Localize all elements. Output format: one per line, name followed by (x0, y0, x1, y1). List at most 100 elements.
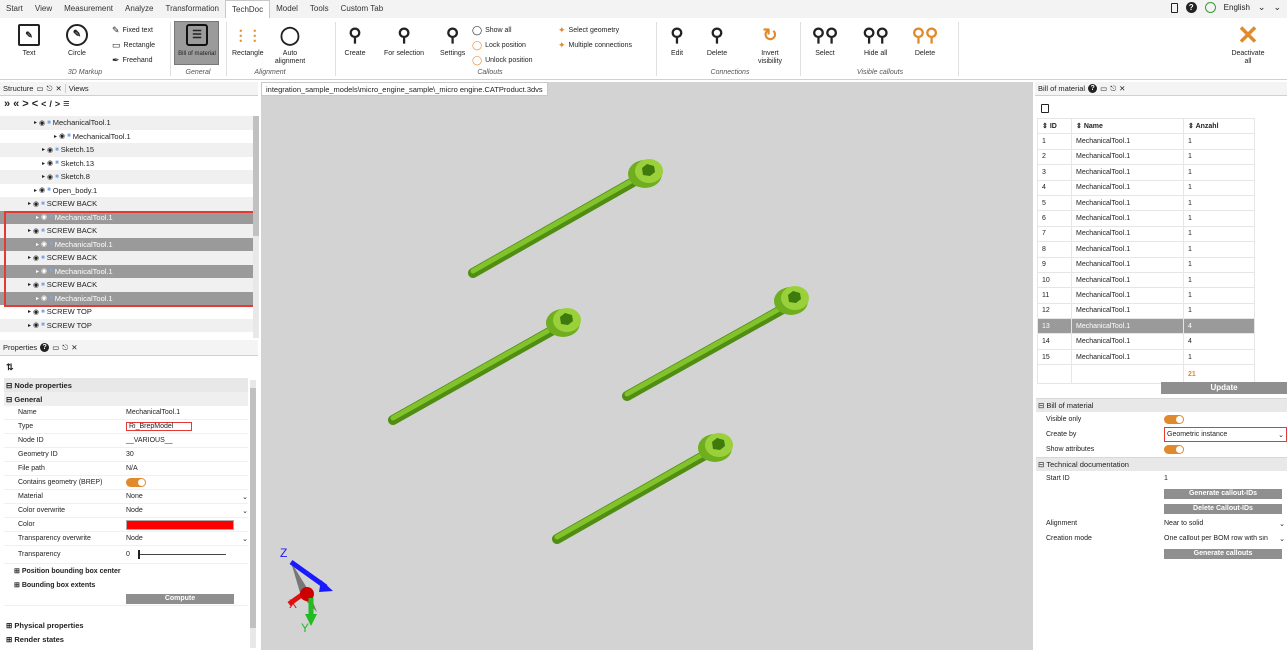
generate-callout-ids-button[interactable]: Generate callout-IDs (1164, 488, 1282, 499)
prop-node-id-value[interactable]: __VARIOUS__ (126, 437, 248, 444)
color-overwrite-select[interactable]: Node ⌄ (126, 507, 248, 515)
visibility-eye-icon[interactable]: ◉ (47, 173, 53, 181)
menu-custom-tab[interactable]: Custom Tab (335, 0, 390, 18)
node-properties-section[interactable]: ⊟ Node properties (4, 378, 248, 392)
pin-icon[interactable]: ⎋ (1110, 84, 1116, 94)
tree-row[interactable]: ▸ ◉ ■ SCREW BACK (0, 197, 256, 211)
menu-view[interactable]: View (29, 0, 58, 18)
alignment-select[interactable]: Near to solid ⌄ (1164, 520, 1287, 528)
techdoc-section[interactable]: ⊟ Technical documentation (1036, 457, 1287, 471)
delete-callouts-button[interactable]: ⚲⚲ Delete (912, 24, 938, 58)
bom-col-id[interactable]: ⇕ ID (1037, 117, 1072, 135)
axis-triad[interactable]: Z X Y (280, 546, 333, 635)
tree-connector-icon[interactable]: ▸ (28, 322, 31, 329)
properties-scrollbar[interactable] (250, 380, 256, 648)
tab-views[interactable]: Views (64, 84, 92, 93)
callout-settings-button[interactable]: ⚲ Settings (440, 24, 465, 58)
globe-icon[interactable] (1204, 2, 1216, 13)
show-attributes-toggle[interactable] (1164, 445, 1184, 454)
start-id-value[interactable]: 1 (1164, 475, 1287, 482)
fixed-text-button[interactable]: ✎ Fixed text (112, 25, 153, 36)
tree-connector-icon[interactable]: ▸ (34, 187, 37, 194)
tree-row[interactable]: ▸ ◉ ■ Sketch.13 (0, 157, 256, 171)
bom-row[interactable]: 10 MechanicalTool.1 1 (1037, 271, 1255, 289)
bom-row[interactable]: 1 MechanicalTool.1 1 (1037, 133, 1255, 150)
bom-row[interactable]: 7 MechanicalTool.1 1 (1037, 225, 1255, 243)
tree-connector-icon[interactable]: ▸ (28, 308, 31, 315)
material-select[interactable]: None ⌄ (126, 493, 248, 501)
window-icon[interactable]: ▭ (52, 343, 59, 352)
tree-row[interactable]: ▸ ◉ ■ MechanicalTool.1 (0, 116, 256, 130)
select-callouts-button[interactable]: ⚲⚲ Select (812, 24, 838, 58)
menu-analyze[interactable]: Analyze (119, 0, 159, 18)
delete-connection-button[interactable]: ⚲ Delete (706, 24, 728, 58)
create-callout-button[interactable]: ⚲ Create (344, 24, 366, 58)
language-selector[interactable]: English (1224, 3, 1250, 12)
screw-model[interactable] (388, 308, 581, 425)
expand-all-icon[interactable]: » (4, 98, 13, 110)
visibility-eye-icon[interactable]: ◉ (33, 321, 39, 329)
rectangle-alignment-button[interactable]: ⋮⋮ Rectangle (232, 24, 264, 58)
circle-button[interactable]: ✎ Circle (66, 24, 88, 58)
bom-row[interactable]: 3 MechanicalTool.1 1 (1037, 164, 1255, 181)
3d-viewport[interactable]: integration_sample_models\micro_engine_s… (261, 82, 1033, 650)
position-bbox-section[interactable]: ⊞ Position bounding box center (4, 564, 248, 578)
menu-tools[interactable]: Tools (304, 0, 335, 18)
menu-techdoc[interactable]: TechDoc (225, 0, 271, 18)
tab-structure[interactable]: Structure ▭ ⎋ ✕ (0, 84, 65, 94)
bom-col-name[interactable]: ⇕ Name (1071, 117, 1184, 135)
rectangle-markup-button[interactable]: ▭ Rectangle (112, 40, 155, 51)
bom-row[interactable]: 14 MechanicalTool.1 4 (1037, 333, 1255, 350)
visibility-eye-icon[interactable]: ◉ (47, 146, 53, 154)
lock-position-button[interactable]: ◯ Lock position (472, 40, 526, 51)
bbox-extents-section[interactable]: ⊞ Bounding box extents (4, 578, 248, 592)
tree-connector-icon[interactable]: ▸ (42, 146, 45, 153)
for-selection-button[interactable]: ⚲ For selection (384, 24, 424, 58)
close-icon[interactable]: ✕ (55, 84, 61, 93)
menu-start[interactable]: Start (0, 0, 29, 18)
auto-alignment-button[interactable]: ◯ Auto alignment (270, 24, 310, 66)
menu-icon[interactable]: ≡ (63, 98, 72, 110)
pin-icon[interactable]: ⎋ (47, 84, 53, 94)
unlock-position-button[interactable]: ◯ Unlock position (472, 55, 533, 66)
general-section[interactable]: ⊟ General (4, 392, 248, 406)
bom-row[interactable]: 2 MechanicalTool.1 1 (1037, 148, 1255, 166)
tree-connector-icon[interactable]: ▸ (54, 133, 57, 140)
collapse-all-icon[interactable]: « (13, 98, 22, 110)
help-icon[interactable]: ? (40, 343, 50, 352)
create-by-select[interactable]: Geometric instance ⌄ (1164, 427, 1287, 442)
properties-scrollbar-thumb[interactable] (250, 388, 256, 628)
edit-connection-button[interactable]: ⚲ Edit (666, 24, 688, 58)
tab-bom[interactable]: Bill of material ? ▭ ⎋ ✕ (1035, 84, 1128, 94)
prop-file-path-value[interactable]: N/A (126, 465, 248, 472)
close-icon[interactable]: ✕ (1119, 84, 1125, 93)
bom-row[interactable]: 11 MechanicalTool.1 1 (1037, 287, 1255, 304)
transparency-slider-handle[interactable] (137, 550, 140, 559)
menu-model[interactable]: Model (270, 0, 304, 18)
tree-scrollbar[interactable] (253, 116, 259, 338)
collapse-icon[interactable]: < (32, 98, 41, 110)
prop-type-value[interactable]: Ri_BrepModel (126, 422, 192, 431)
viewport-canvas[interactable]: Z X Y (261, 82, 1033, 650)
tree-row[interactable]: ▸ ◉ ■ SCREW TOP (0, 318, 256, 332)
tree-connector-icon[interactable]: ▸ (28, 200, 31, 207)
compute-button[interactable]: Compute (126, 593, 234, 604)
tree-scrollbar-thumb[interactable] (253, 116, 259, 236)
tree-row[interactable]: ▸ ◉ ■ Open_body.1 (0, 184, 256, 198)
bill-of-material-button[interactable]: ☰ Bill of material (178, 24, 216, 58)
help-icon[interactable]: ? (1185, 2, 1197, 13)
tree-row[interactable]: ▸ ◉ ■ SCREW TOP (0, 305, 256, 319)
bom-row[interactable]: 13 MechanicalTool.1 4 (1037, 318, 1255, 335)
help-icon[interactable]: ? (1088, 84, 1098, 93)
bom-row[interactable]: 4 MechanicalTool.1 1 (1037, 179, 1255, 196)
contains-geometry-toggle[interactable] (126, 478, 146, 487)
render-states-section[interactable]: ⊞ Render states (4, 632, 248, 646)
tree-connector-icon[interactable]: ▸ (34, 119, 37, 126)
invert-visibility-button[interactable]: ↻ Invert visibility (752, 24, 788, 66)
menu-measurement[interactable]: Measurement (58, 0, 119, 18)
visibility-eye-icon[interactable]: ◉ (39, 186, 45, 194)
update-button[interactable]: Update (1161, 382, 1287, 394)
tree-row[interactable]: ▸ ◉ ■ Sketch.15 (0, 143, 256, 157)
device-icon[interactable] (1170, 2, 1178, 13)
prop-geometry-id-value[interactable]: 30 (126, 451, 248, 458)
